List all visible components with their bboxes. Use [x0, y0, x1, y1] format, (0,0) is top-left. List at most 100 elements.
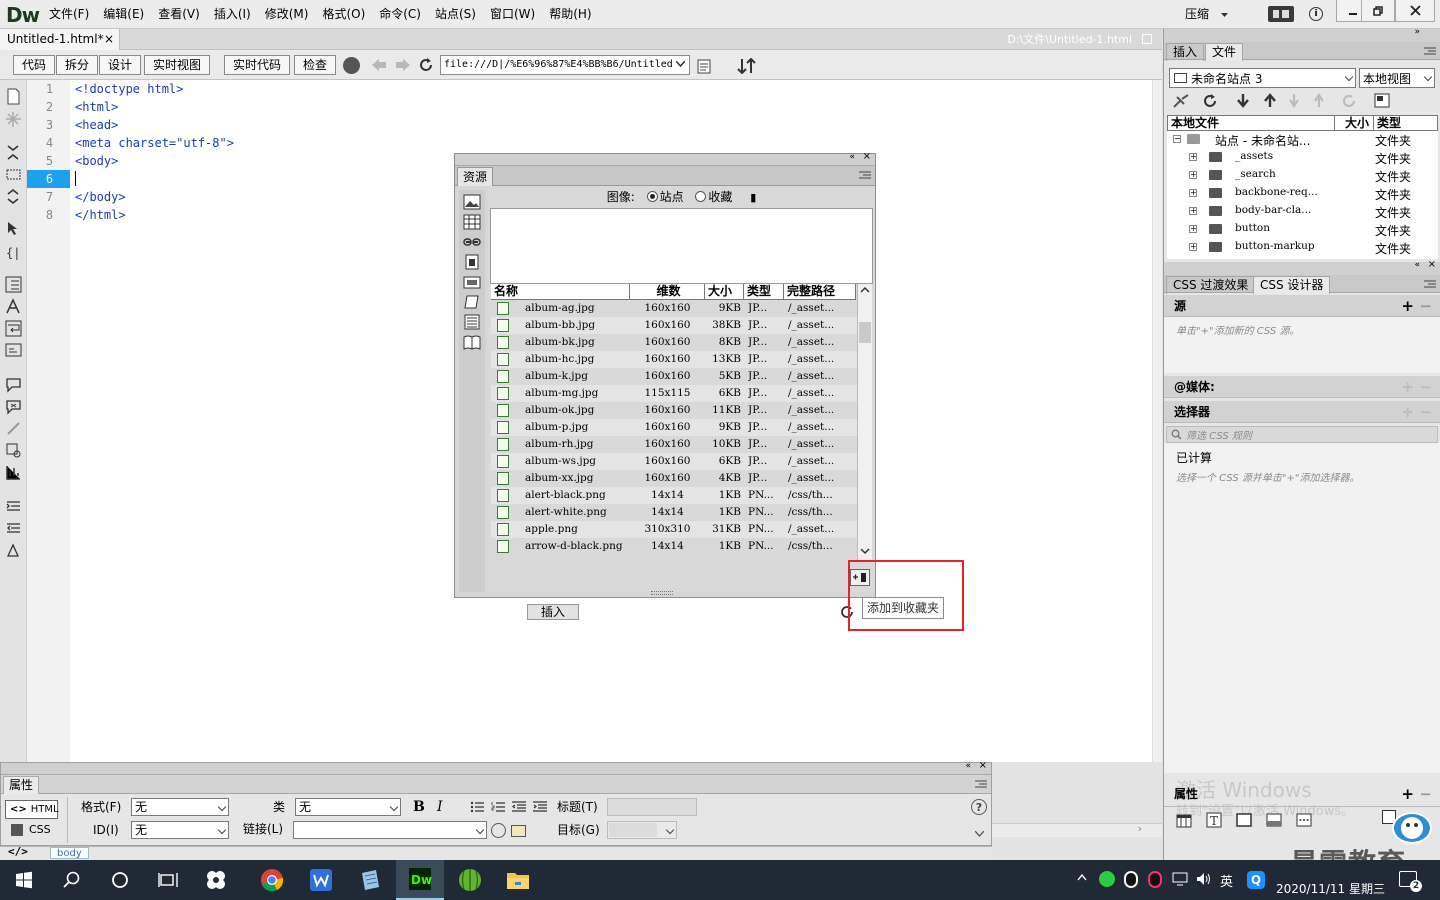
code-view-toggle-icon[interactable]: </>: [8, 845, 28, 858]
outdent-icon[interactable]: [512, 801, 526, 813]
site-root-row[interactable]: − 站点 - 未命名站... 文件夹: [1163, 131, 1439, 149]
ime-indicator[interactable]: 英: [1220, 871, 1233, 890]
tray-overflow-icon[interactable]: [1077, 874, 1087, 881]
live-code-button[interactable]: 实时代码: [224, 55, 291, 75]
restore-doc-icon[interactable]: [1142, 34, 1152, 44]
select-parent-tag-icon[interactable]: [5, 220, 22, 237]
collapse-icon[interactable]: »: [1414, 27, 1420, 37]
help-icon[interactable]: ?: [971, 799, 987, 815]
notepad-icon[interactable]: [346, 860, 394, 900]
asset-row[interactable]: apple.png 310x310 31KB PN... /_asset...: [491, 521, 857, 538]
wps-writer-icon[interactable]: [297, 860, 345, 900]
unordered-list-icon[interactable]: [470, 801, 484, 813]
inspect-button[interactable]: 检查: [294, 55, 337, 75]
notification-icon[interactable]: 2: [1399, 871, 1422, 892]
close-panel-icon[interactable]: ×: [979, 760, 987, 771]
asset-row[interactable]: album-hc.jpg 160x160 13KB JP... /_asset...: [491, 351, 857, 368]
task-view-icon[interactable]: [144, 860, 192, 900]
menu-modify[interactable]: 修改(M): [258, 0, 316, 29]
qq-icon[interactable]: [1124, 871, 1138, 888]
search-icon[interactable]: [48, 860, 96, 900]
bold-button[interactable]: B: [413, 799, 425, 815]
column-type[interactable]: 类型: [1377, 116, 1401, 131]
title-input[interactable]: [607, 798, 697, 816]
folder-row[interactable]: + button-markup 文件夹: [1163, 239, 1439, 257]
menu-view[interactable]: 查看(V): [151, 0, 207, 29]
code-line[interactable]: </body>: [75, 188, 126, 206]
assets-panel-grip[interactable]: « ×: [455, 151, 875, 166]
file-explorer-icon[interactable]: [494, 860, 542, 900]
insert-asset-button[interactable]: 插入: [527, 604, 579, 620]
colors-category-icon[interactable]: [463, 214, 481, 230]
add-property-icon[interactable]: +: [1401, 783, 1414, 805]
qq-icon-2[interactable]: [1148, 871, 1162, 888]
expand-all-icon[interactable]: [5, 188, 22, 205]
resize-grip[interactable]: [651, 591, 673, 595]
back-arrow-icon[interactable]: [371, 58, 387, 72]
check-out-icon[interactable]: [1288, 93, 1306, 108]
highlight-code-icon[interactable]: [5, 298, 22, 315]
remove-property-icon[interactable]: −: [1419, 783, 1432, 805]
collapse-icon[interactable]: «: [849, 152, 855, 162]
files-panel-tab[interactable]: 文件: [1205, 43, 1244, 61]
asset-row[interactable]: album-bk.jpg 160x160 8KB JP... /_asset...: [491, 334, 857, 351]
check-in-icon[interactable]: [1313, 93, 1331, 108]
asset-row[interactable]: album-rh.jpg 160x160 10KB JP... /_asset...: [491, 436, 857, 453]
chrome-icon[interactable]: [248, 860, 296, 900]
panel-menu-icon[interactable]: [859, 171, 871, 179]
menu-help[interactable]: 帮助(H): [542, 0, 598, 29]
workspace-switcher[interactable]: 压缩: [1185, 0, 1229, 29]
id-select[interactable]: 无: [131, 821, 229, 839]
link-input[interactable]: [293, 821, 487, 839]
css-panel-grip[interactable]: «×: [1164, 259, 1440, 275]
code-line[interactable]: <!doctype html>: [75, 80, 183, 98]
add-source-icon[interactable]: +: [1401, 295, 1414, 317]
remove-source-icon[interactable]: −: [1419, 295, 1432, 317]
expand-node-icon[interactable]: +: [1189, 207, 1197, 215]
menu-file[interactable]: 文件(F): [42, 0, 96, 29]
border-props-icon[interactable]: [1236, 812, 1252, 828]
remove-selector-icon[interactable]: −: [1419, 401, 1432, 423]
css-transitions-tab[interactable]: CSS 过渡效果: [1166, 276, 1256, 294]
asset-row[interactable]: album-k.jpg 160x160 5KB JP... /_asset...: [491, 368, 857, 385]
horizontal-scrollbar[interactable]: ›: [992, 822, 1162, 837]
line-numbers-icon[interactable]: [5, 276, 22, 293]
folder-row[interactable]: + body-bar-cla... 文件夹: [1163, 203, 1439, 221]
remove-media-icon[interactable]: −: [1419, 376, 1432, 398]
asset-row[interactable]: album-xx.jpg 160x160 4KB JP... /_asset...: [491, 470, 857, 487]
asset-row[interactable]: arrow-d-black.png 14x14 1KB PN... /css/th...: [491, 538, 857, 555]
asset-row[interactable]: album-bb.jpg 160x160 38KB JP... /_asset...: [491, 317, 857, 334]
folder-row[interactable]: + backbone-req... 文件夹: [1163, 185, 1439, 203]
refresh-files-icon[interactable]: [1202, 93, 1218, 109]
collapse-selection-icon[interactable]: [5, 166, 22, 183]
refresh-icon[interactable]: [418, 57, 434, 73]
panel-menu-icon[interactable]: [1424, 47, 1436, 55]
close-tab-icon[interactable]: ×: [104, 29, 114, 50]
expand-node-icon[interactable]: +: [1189, 171, 1197, 179]
column-size[interactable]: 大小: [1345, 116, 1369, 131]
highlight-invalid-icon[interactable]: [5, 111, 22, 128]
asset-list-scrollbar[interactable]: [857, 284, 872, 562]
expand-node-icon[interactable]: +: [1189, 243, 1197, 251]
folder-row[interactable]: + button 文件夹: [1163, 221, 1439, 239]
scroll-up-icon[interactable]: [860, 286, 870, 293]
help-info-icon[interactable]: i: [1309, 7, 1323, 21]
menu-commands[interactable]: 命令(C): [372, 0, 428, 29]
cortana-icon[interactable]: [96, 860, 144, 900]
class-select[interactable]: 无: [295, 798, 401, 816]
assets-tab[interactable]: 资源: [457, 167, 493, 186]
code-view-button[interactable]: 代码: [13, 55, 56, 75]
properties-grip[interactable]: « ×: [1, 760, 991, 775]
column-local-files[interactable]: 本地文件: [1171, 116, 1219, 131]
indent-icon[interactable]: [533, 801, 547, 813]
collapse-icon[interactable]: «: [965, 761, 971, 771]
close-panel-icon[interactable]: ×: [1428, 259, 1436, 270]
templates-category-icon[interactable]: [463, 274, 481, 290]
menu-site[interactable]: 站点(S): [428, 0, 483, 29]
column-path[interactable]: 完整路径: [784, 284, 856, 300]
restore-button[interactable]: [1361, 0, 1395, 22]
expand-node-icon[interactable]: +: [1189, 189, 1197, 197]
input-method-icon[interactable]: Q: [1247, 871, 1265, 889]
scroll-right-icon[interactable]: ›: [1138, 822, 1142, 835]
live-view-button[interactable]: 实时视图: [144, 55, 211, 75]
